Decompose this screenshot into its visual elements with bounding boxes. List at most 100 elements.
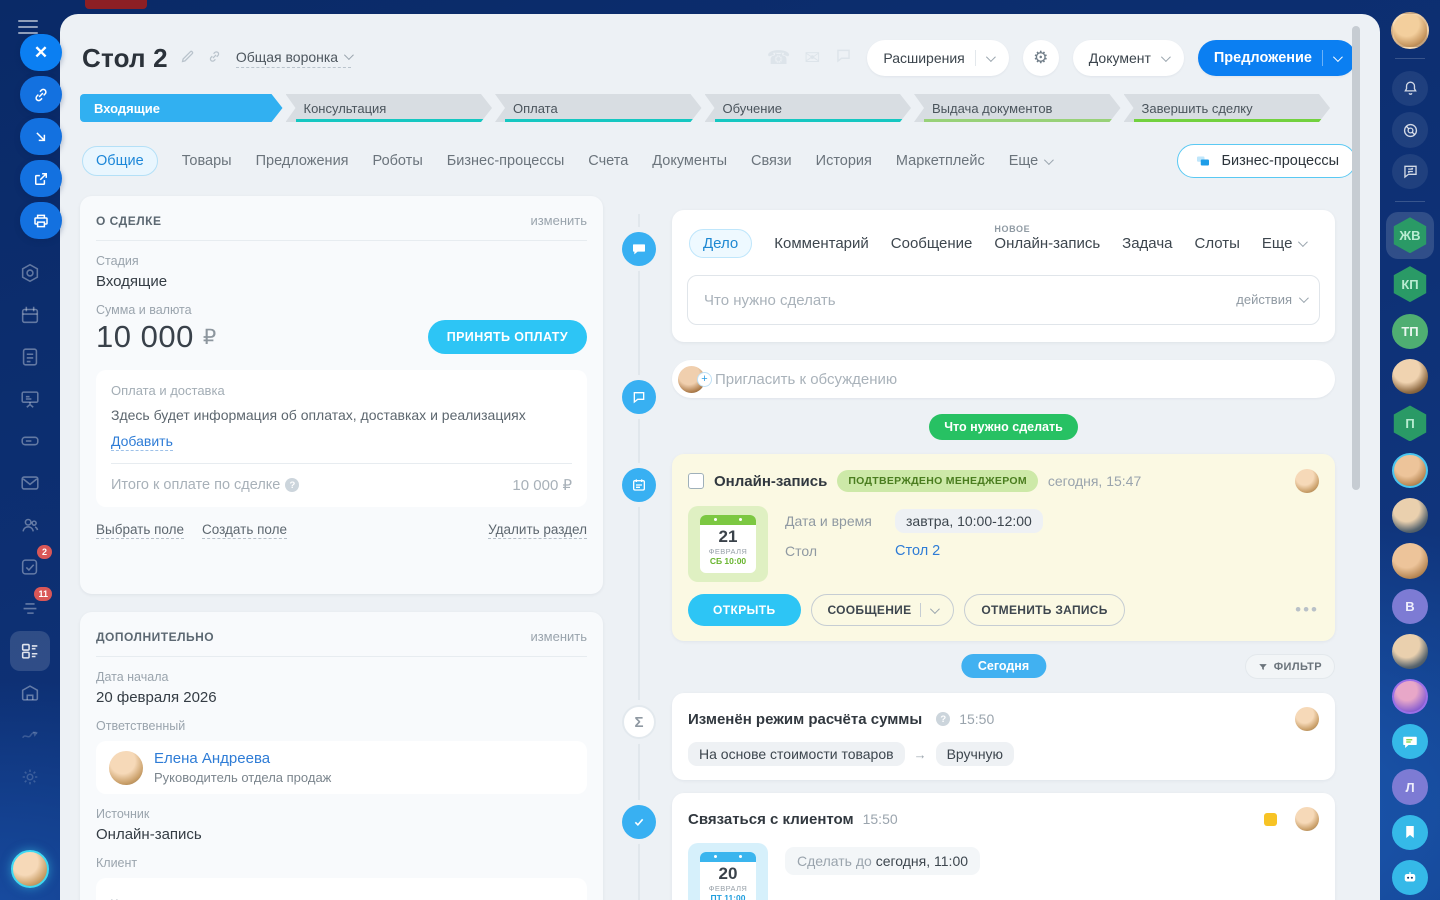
cancel-booking-button[interactable]: ОТМЕНИТЬ ЗАПИСЬ — [964, 594, 1124, 626]
edit-title-icon[interactable] — [180, 49, 195, 68]
document-icon[interactable] — [10, 337, 50, 377]
scrollbar[interactable] — [1352, 26, 1360, 490]
stage-training[interactable]: Обучение — [705, 94, 912, 122]
settings-button[interactable]: ⚙ — [1023, 40, 1059, 76]
tab-general[interactable]: Общие — [82, 146, 158, 176]
calendar-icon[interactable] — [10, 295, 50, 335]
chat-avatar[interactable] — [1392, 359, 1428, 394]
chat-item-v[interactable]: В — [1392, 589, 1428, 624]
storage-icon[interactable] — [10, 673, 50, 713]
chat-avatar[interactable] — [1392, 498, 1428, 533]
responsible-card[interactable]: Елена Андреева Руководитель отдела прода… — [96, 741, 587, 794]
message-button[interactable]: СООБЩЕНИЕ — [811, 594, 955, 626]
stage-incoming[interactable]: Входящие — [80, 94, 283, 122]
chat-avatar[interactable] — [1392, 634, 1428, 669]
presentation-icon[interactable] — [10, 379, 50, 419]
feed-icon[interactable]: 11 — [10, 589, 50, 629]
edit-link[interactable]: изменить — [530, 213, 587, 228]
chat-item-l[interactable]: Л — [1392, 769, 1428, 804]
chat-item-p[interactable]: П — [1386, 400, 1434, 447]
create-field-link[interactable]: Создать поле — [202, 522, 287, 539]
chat-item-zhv[interactable]: ЖВ — [1386, 212, 1434, 259]
tab-documents[interactable]: Документы — [652, 153, 727, 169]
open-button[interactable]: ОТКРЫТЬ — [688, 594, 801, 626]
composer-tab-activity[interactable]: Дело — [689, 229, 752, 258]
minimize-button[interactable] — [20, 118, 62, 155]
stage-payment[interactable]: Оплата — [495, 94, 702, 122]
currency-symbol: ₽ — [203, 325, 216, 350]
edit-link[interactable]: изменить — [530, 629, 587, 644]
invite-input[interactable] — [715, 371, 1321, 388]
saved-button[interactable] — [1392, 815, 1428, 850]
settings-icon[interactable] — [10, 757, 50, 797]
chat-item-tp[interactable]: ТП — [1392, 314, 1428, 349]
booking-checkbox[interactable] — [688, 473, 704, 489]
stage-documents[interactable]: Выдача документов — [914, 94, 1121, 122]
mail-icon[interactable] — [10, 463, 50, 503]
tab-history[interactable]: История — [816, 153, 872, 169]
close-button[interactable]: ✕ — [20, 34, 62, 71]
entry-title[interactable]: Связаться с клиентом — [688, 811, 854, 828]
chat-avatar[interactable] — [1392, 453, 1428, 488]
filter-button[interactable]: ФИЛЬТР — [1245, 654, 1335, 679]
drive-icon[interactable] — [10, 421, 50, 461]
print-button[interactable] — [20, 202, 62, 239]
composer-tab-slots[interactable]: Слоты — [1194, 235, 1239, 252]
chat-icon[interactable] — [834, 46, 853, 71]
contact-field[interactable]: Контакт — [96, 878, 587, 900]
group-chat-button[interactable] — [1392, 724, 1428, 759]
tasks-icon[interactable]: 2 — [10, 547, 50, 587]
offer-button[interactable]: Предложение — [1198, 40, 1356, 76]
stage-consultation[interactable]: Консультация — [286, 94, 493, 122]
todo-input[interactable] — [687, 275, 1320, 325]
booking-title[interactable]: Онлайн-запись — [714, 473, 827, 490]
tab-bizproc[interactable]: Бизнес-процессы — [447, 153, 565, 169]
copy-link-icon[interactable] — [207, 49, 222, 68]
accept-payment-button[interactable]: ПРИНЯТЬ ОПЛАТУ — [428, 320, 587, 354]
tab-links[interactable]: Связи — [751, 153, 792, 169]
tab-products[interactable]: Товары — [182, 153, 232, 169]
document-button[interactable]: Документ — [1073, 40, 1184, 76]
composer-tab-comment[interactable]: Комментарий — [774, 235, 868, 252]
table-link[interactable]: Стол 2 — [895, 543, 940, 559]
composer-tab-task[interactable]: Задача — [1122, 235, 1172, 252]
composer-tab-booking[interactable]: НОВОЕОнлайн-запись — [994, 235, 1100, 252]
stage-close[interactable]: Завершить сделку — [1124, 94, 1331, 122]
tab-marketplace[interactable]: Маркетплейс — [896, 153, 985, 169]
responsible-name[interactable]: Елена Андреева — [154, 750, 331, 767]
tab-invoices[interactable]: Счета — [588, 153, 628, 169]
funnel-selector[interactable]: Общая воронка — [236, 49, 351, 68]
bot-button[interactable] — [1392, 860, 1428, 895]
help-icon[interactable]: ? — [285, 478, 299, 492]
add-payment-link[interactable]: Добавить — [111, 433, 173, 451]
tab-offers[interactable]: Предложения — [256, 153, 349, 169]
mail-icon[interactable]: ✉ — [804, 47, 820, 70]
people-icon[interactable] — [10, 505, 50, 545]
composer-tab-more[interactable]: Еще — [1262, 235, 1306, 252]
user-avatar[interactable] — [11, 850, 49, 888]
delete-section-link[interactable]: Удалить раздел — [488, 522, 587, 539]
business-process-button[interactable]: Бизнес-процессы — [1177, 144, 1356, 178]
nut-icon[interactable] — [10, 253, 50, 293]
chat-avatar[interactable] — [1392, 543, 1428, 578]
tab-more[interactable]: Еще — [1009, 153, 1052, 169]
chat-avatar[interactable] — [1392, 679, 1428, 714]
chat-transfer-button[interactable] — [1392, 154, 1428, 189]
profile-avatar[interactable] — [1391, 12, 1429, 49]
open-new-window-button[interactable] — [20, 160, 62, 197]
help-icon[interactable]: ? — [936, 712, 950, 726]
select-field-link[interactable]: Выбрать поле — [96, 522, 184, 539]
sites-icon[interactable] — [10, 715, 50, 755]
chat-item-kp[interactable]: КП — [1386, 261, 1434, 308]
composer-tab-message[interactable]: Сообщение — [891, 235, 973, 252]
tab-robots[interactable]: Роботы — [373, 153, 423, 169]
actions-dropdown[interactable]: действия — [1236, 292, 1306, 307]
phone-icon[interactable]: ☎ — [767, 47, 791, 70]
crm-icon[interactable] — [10, 631, 50, 671]
support-button[interactable] — [1392, 112, 1428, 147]
copy-link-button[interactable] — [20, 76, 62, 113]
extensions-button[interactable]: Расширения — [867, 40, 1008, 76]
add-person-icon[interactable]: + — [697, 372, 712, 387]
notifications-button[interactable] — [1392, 71, 1428, 106]
more-options-icon[interactable]: ••• — [1295, 600, 1319, 620]
